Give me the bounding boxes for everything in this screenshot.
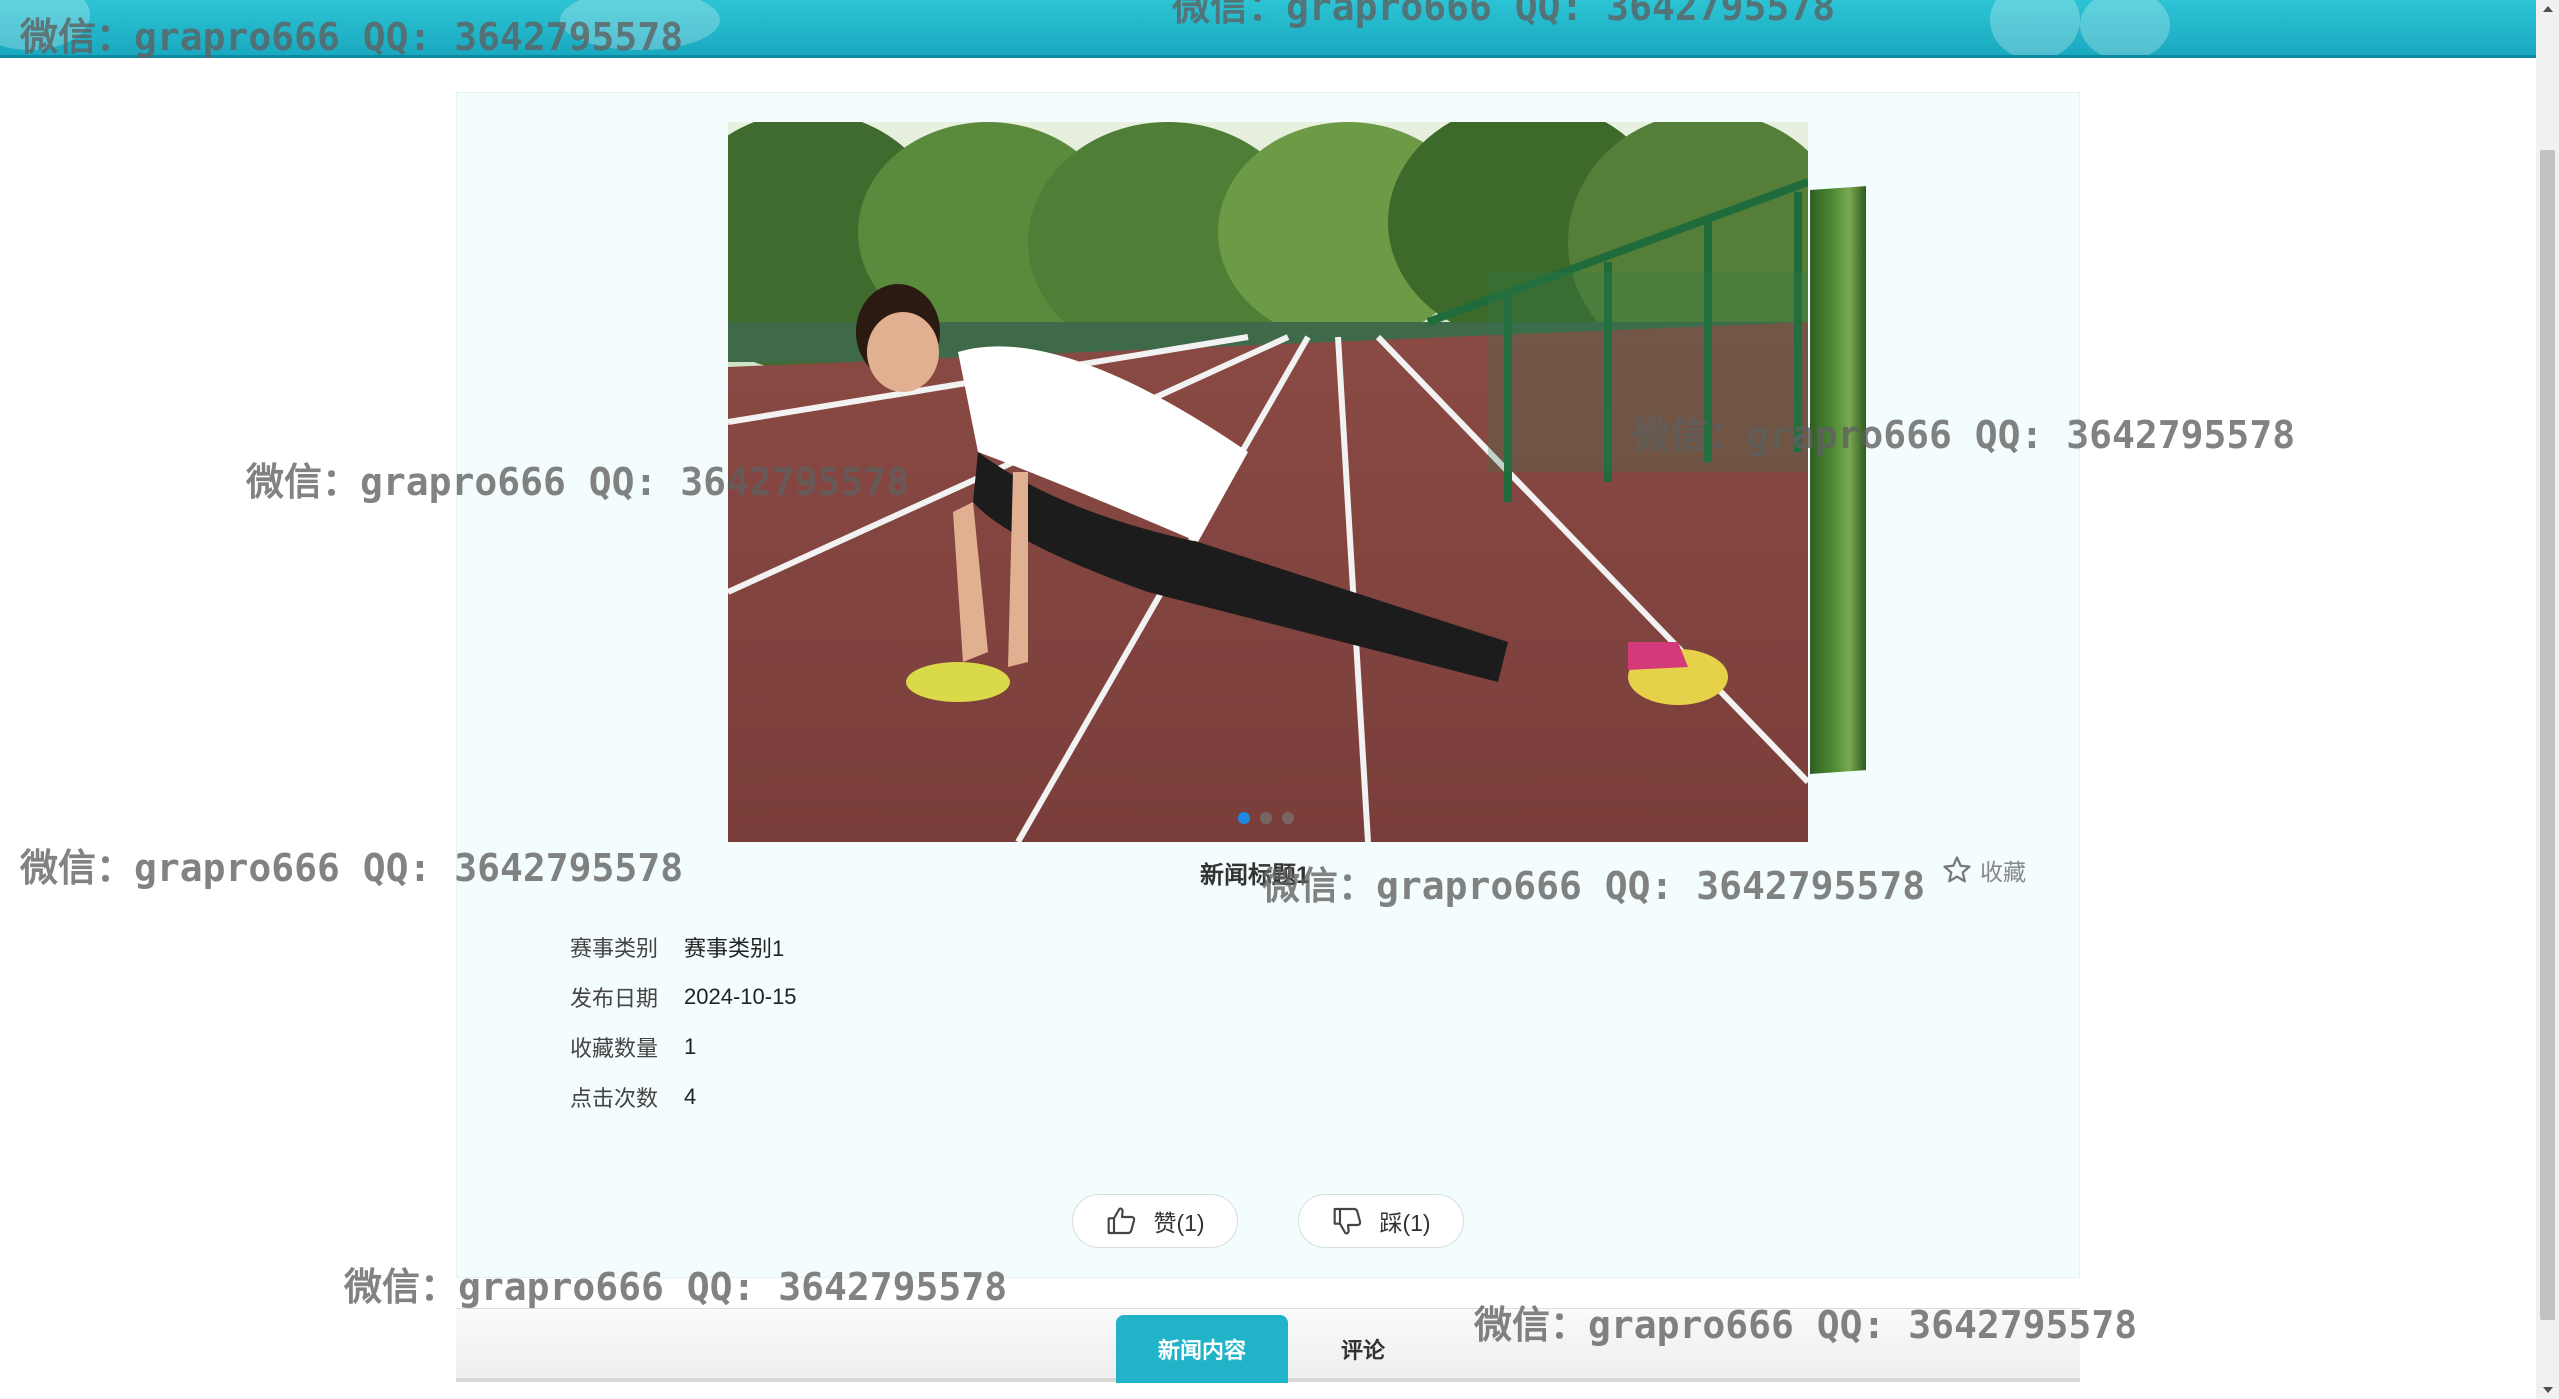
carousel-dot-2[interactable] bbox=[1260, 812, 1272, 824]
info-row-publish-date: 发布日期 2024-10-15 bbox=[570, 972, 797, 1022]
info-label: 赛事类别 bbox=[570, 936, 659, 961]
scroll-up-icon[interactable] bbox=[2543, 6, 2553, 12]
info-label: 发布日期 bbox=[570, 986, 659, 1011]
carousel-dot-1[interactable] bbox=[1238, 812, 1250, 824]
carousel-slide-next[interactable] bbox=[1810, 186, 1866, 774]
tab-comments[interactable]: 评论 bbox=[1304, 1315, 1422, 1383]
favorite-button[interactable]: 收藏 bbox=[1942, 853, 2026, 887]
watermark-text: 微信：grapro666 QQ: 3642795578 bbox=[1172, 0, 1836, 29]
info-value: 2024-10-15 bbox=[684, 984, 797, 1009]
tab-news-content[interactable]: 新闻内容 bbox=[1116, 1315, 1288, 1383]
watermark-text: 微信：grapro666 QQ: 3642795578 bbox=[1474, 1303, 2138, 1347]
scroll-down-icon[interactable] bbox=[2543, 1387, 2553, 1393]
news-info-list: 赛事类别 赛事类别1 发布日期 2024-10-15 收藏数量 1 点击次数 4 bbox=[570, 922, 797, 1122]
decorative-leaf bbox=[2080, 0, 2170, 55]
thumbs-up-icon bbox=[1108, 1207, 1136, 1235]
info-value: 4 bbox=[684, 1084, 697, 1109]
decorative-leaf bbox=[1990, 0, 2080, 55]
favorite-label: 收藏 bbox=[1980, 859, 2026, 885]
carousel-dot-3[interactable] bbox=[1282, 812, 1294, 824]
watermark-text: 微信：grapro666 QQ: 3642795578 bbox=[20, 15, 684, 59]
like-label: 赞(1) bbox=[1153, 1210, 1205, 1236]
star-outline-icon bbox=[1943, 856, 1971, 883]
like-button[interactable]: 赞(1) bbox=[1072, 1194, 1238, 1248]
scrollbar-thumb[interactable] bbox=[2540, 150, 2555, 1320]
vertical-scrollbar[interactable] bbox=[2536, 0, 2559, 1399]
watermark-text: 微信：grapro666 QQ: 3642795578 bbox=[1262, 864, 1926, 908]
info-label: 点击次数 bbox=[570, 1086, 659, 1111]
info-value: 赛事类别1 bbox=[684, 936, 785, 961]
dislike-label: 踩(1) bbox=[1379, 1210, 1431, 1236]
info-value: 1 bbox=[684, 1034, 697, 1059]
info-label: 收藏数量 bbox=[570, 1036, 659, 1061]
watermark-text: 微信：grapro666 QQ: 3642795578 bbox=[1632, 413, 2296, 457]
info-row-click-count: 点击次数 4 bbox=[570, 1072, 797, 1122]
info-row-favorite-count: 收藏数量 1 bbox=[570, 1022, 797, 1072]
watermark-text: 微信：grapro666 QQ: 3642795578 bbox=[20, 846, 684, 890]
info-row-category: 赛事类别 赛事类别1 bbox=[570, 922, 797, 972]
dislike-button[interactable]: 踩(1) bbox=[1298, 1194, 1464, 1248]
watermark-text: 微信：grapro666 QQ: 3642795578 bbox=[344, 1265, 1008, 1309]
thumbs-down-icon bbox=[1334, 1207, 1362, 1235]
carousel-indicators bbox=[1238, 812, 1294, 824]
watermark-text: 微信：grapro666 QQ: 3642795578 bbox=[246, 460, 910, 504]
